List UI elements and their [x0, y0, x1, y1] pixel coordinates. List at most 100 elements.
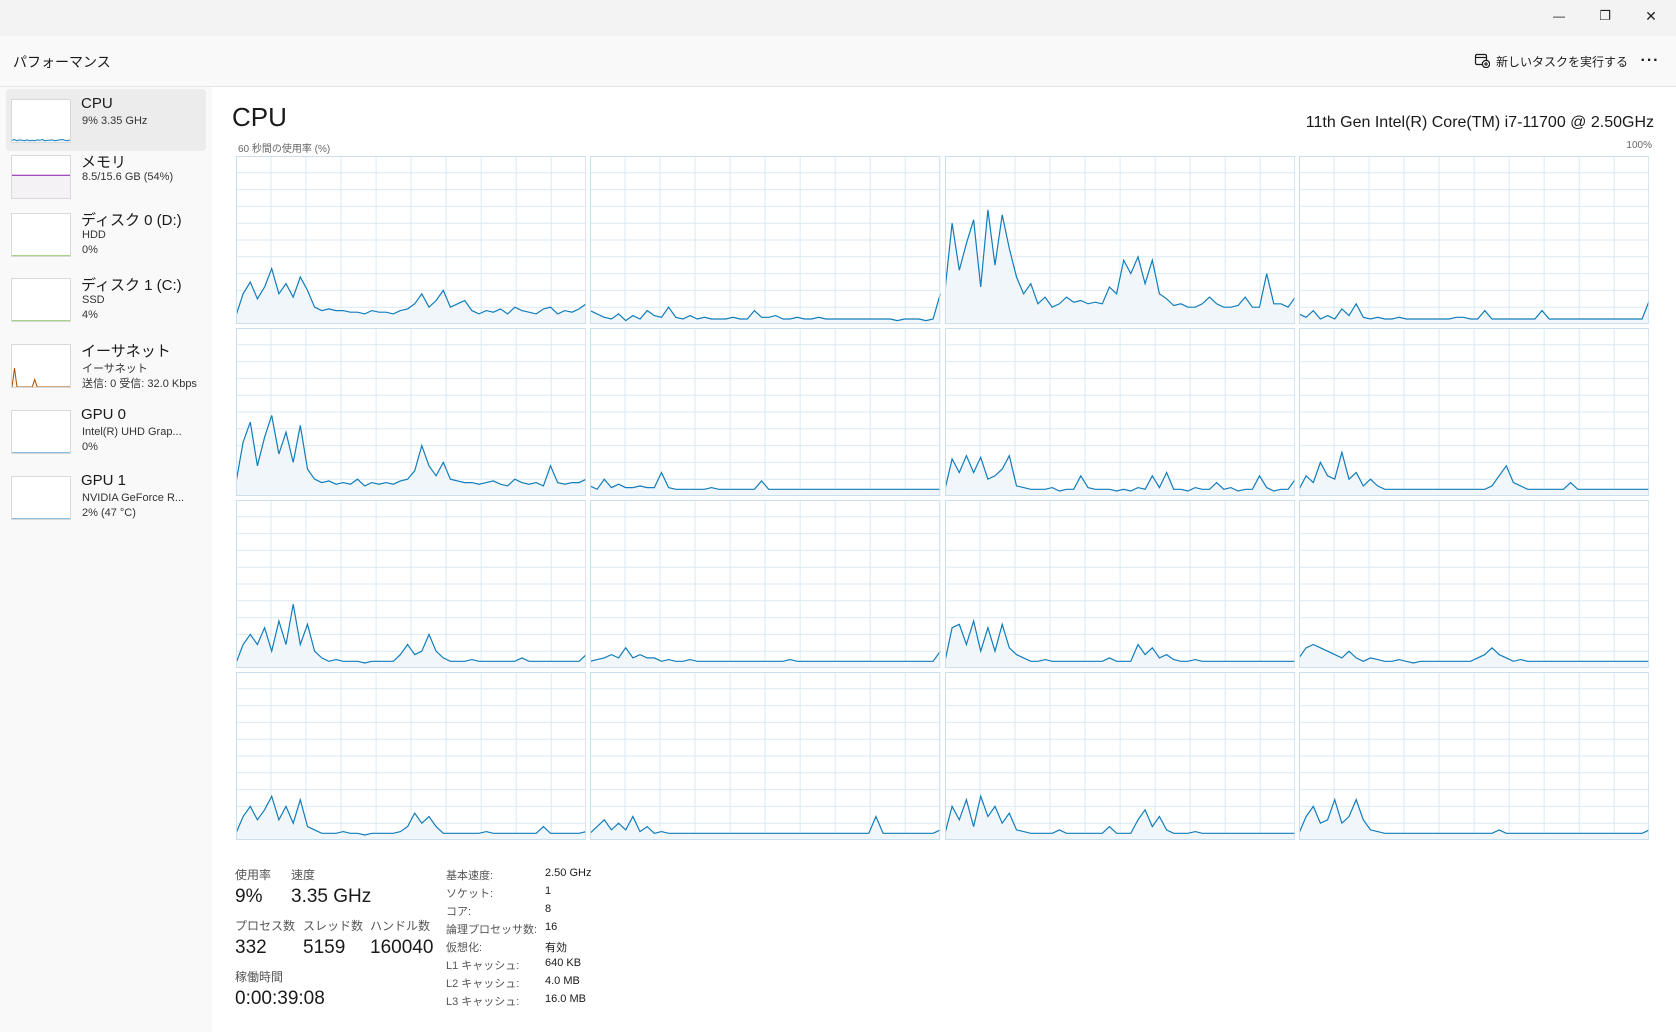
uptime-label: 稼働時間 — [235, 970, 284, 984]
minimize-icon: — — [1553, 9, 1565, 23]
sidebar-item-name: GPU 1 — [81, 472, 127, 489]
sidebar-item-detail: Intel(R) UHD Grap... — [82, 426, 182, 438]
sidebar-item-detail: SSD — [82, 294, 105, 306]
sidebar-thumb-disk-1 — [11, 278, 71, 322]
maximize-button[interactable]: ❐ — [1582, 0, 1628, 32]
core-graph-svg — [590, 328, 941, 496]
restore-icon: ❐ — [1599, 8, 1611, 23]
core-graph-8 — [236, 500, 587, 668]
sidebar-item-disk-0[interactable]: ディスク 0 (D:) HDD 0% — [6, 203, 206, 265]
core-graph-svg — [236, 500, 587, 668]
sidebar-item-name: CPU — [81, 95, 113, 112]
sidebar-item-name: イーサネット — [81, 343, 171, 360]
thumb-area — [12, 175, 70, 198]
info-value-l2-cache: 4.0 MB — [545, 975, 580, 987]
core-graph-svg — [944, 672, 1295, 840]
core-graph-12 — [236, 672, 587, 840]
core-graph-0 — [236, 156, 587, 324]
sidebar-item-detail: 8.5/15.6 GB (54%) — [82, 171, 174, 183]
info-key-sockets: ソケット: — [446, 888, 494, 900]
info-value-virtualization: 有効 — [545, 942, 567, 954]
core-graph-11 — [1298, 500, 1649, 668]
sidebar-item-detail: NVIDIA GeForce R... — [82, 492, 185, 504]
core-graph-svg — [236, 156, 587, 324]
sidebar-item-value: 2% (47 °C) — [82, 507, 136, 519]
graph-max-label: 100% — [1626, 140, 1652, 151]
info-key-base-speed: 基本速度: — [446, 870, 494, 882]
core-graph-13 — [590, 672, 941, 840]
core-graph-10 — [944, 500, 1295, 668]
core-graph-svg — [944, 156, 1295, 324]
sidebar-item-detail: HDD — [82, 229, 106, 241]
info-value-sockets: 1 — [545, 885, 552, 897]
sidebar-thumb-gpu-1 — [11, 476, 71, 520]
core-graph-svg — [944, 500, 1295, 668]
cpu-core-graphs — [236, 156, 1649, 840]
title-bar: — ❐ ✕ — [0, 0, 1676, 36]
run-new-task-label: 新しいタスクを実行する — [1496, 54, 1629, 69]
core-graph-svg — [1298, 328, 1649, 496]
info-value-l3-cache: 16.0 MB — [545, 993, 586, 1005]
core-graph-svg — [236, 328, 587, 496]
processes-value: 332 — [235, 937, 267, 958]
threads-value: 5159 — [303, 937, 346, 958]
core-graph-svg — [590, 500, 941, 668]
info-key-l3-cache: L3 キャッシュ: — [446, 996, 520, 1008]
sidebar-item-disk-1[interactable]: ディスク 1 (C:) SSD 4% — [6, 268, 206, 330]
sidebar-item-name: ディスク 0 (D:) — [81, 212, 182, 229]
handles-value: 160040 — [370, 937, 434, 958]
cpu-model-name: 11th Gen Intel(R) Core(TM) i7-11700 @ 2.… — [1305, 114, 1654, 131]
info-value-base-speed: 2.50 GHz — [545, 867, 592, 879]
info-key-virtualization: 仮想化: — [446, 942, 483, 954]
sidebar-item-detail: 9% 3.35 GHz — [82, 115, 148, 127]
sidebar-item-ethernet[interactable]: イーサネット イーサネット 送信: 0 受信: 32.0 Kbps — [6, 334, 206, 396]
core-graph-svg — [590, 672, 941, 840]
thumb-area — [12, 368, 70, 387]
command-bar: パフォーマンス 新しいタスクを実行する ··· — [0, 36, 1676, 87]
new-task-icon — [1474, 52, 1491, 71]
info-key-cores: コア: — [446, 906, 472, 918]
sidebar-item-memory[interactable]: メモリ 8.5/15.6 GB (54%) — [6, 145, 206, 207]
core-graph-3 — [1298, 156, 1649, 324]
thumb-line — [12, 368, 70, 387]
processes-label: プロセス数 — [235, 919, 296, 933]
sidebar-item-value: 0% — [82, 244, 98, 256]
sidebar-thumb-disk-0 — [11, 213, 71, 257]
info-key-l2-cache: L2 キャッシュ: — [446, 978, 520, 990]
run-new-task-button[interactable]: 新しいタスクを実行する — [1474, 48, 1628, 74]
info-value-l1-cache: 640 KB — [545, 957, 582, 969]
minimize-button[interactable]: — — [1536, 0, 1582, 32]
speed-value: 3.35 GHz — [291, 886, 372, 907]
sidebar-item-cpu[interactable]: CPU 9% 3.35 GHz — [6, 89, 206, 151]
core-graph-svg — [1298, 500, 1649, 668]
sidebar-item-value: 0% — [82, 441, 98, 453]
graph-caption: 60 秒間の使用率 (%) — [238, 144, 331, 155]
speed-label: 速度 — [291, 868, 316, 882]
core-graph-9 — [590, 500, 941, 668]
core-graph-14 — [944, 672, 1295, 840]
close-icon: ✕ — [1645, 7, 1657, 24]
core-graph-7 — [1298, 328, 1649, 496]
main-title: CPU — [232, 102, 287, 132]
uptime-value: 0:00:39:08 — [235, 988, 325, 1009]
sidebar-item-name: ディスク 1 (C:) — [81, 277, 182, 294]
sidebar-item-value: 4% — [82, 309, 98, 321]
core-graph-svg — [1298, 672, 1649, 840]
sidebar-item-gpu-0[interactable]: GPU 0 Intel(R) UHD Grap... 0% — [6, 400, 206, 462]
info-key-l1-cache: L1 キャッシュ: — [446, 960, 520, 972]
sidebar-thumb-gpu-0 — [11, 410, 71, 454]
sidebar-item-gpu-1[interactable]: GPU 1 NVIDIA GeForce R... 2% (47 °C) — [6, 466, 206, 528]
core-graph-2 — [944, 156, 1295, 324]
core-graph-5 — [590, 328, 941, 496]
info-value-logical-processors: 16 — [545, 921, 558, 933]
info-key-logical-processors: 論理プロセッサ数: — [446, 924, 538, 936]
close-button[interactable]: ✕ — [1628, 0, 1674, 32]
sidebar-item-name: メモリ — [81, 154, 127, 171]
sidebar-item-value: 送信: 0 受信: 32.0 Kbps — [82, 378, 197, 390]
core-graph-svg — [590, 156, 941, 324]
core-graph-1 — [590, 156, 941, 324]
core-graph-svg — [944, 328, 1295, 496]
sidebar-thumb-ethernet — [11, 344, 71, 388]
more-options-button[interactable]: ··· — [1628, 46, 1672, 76]
handles-label: ハンドル数 — [370, 919, 431, 933]
